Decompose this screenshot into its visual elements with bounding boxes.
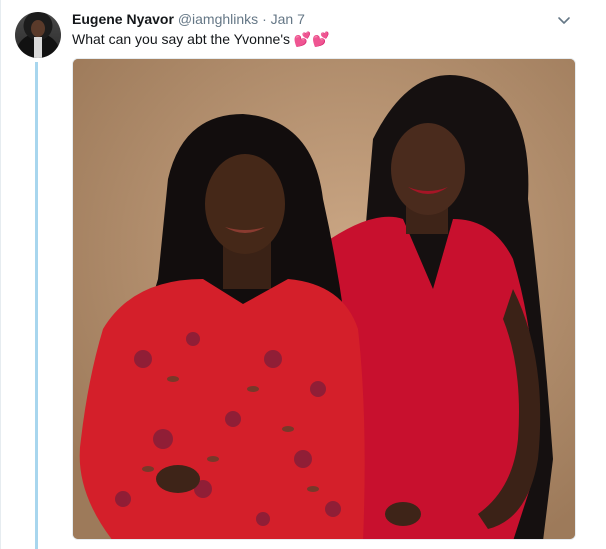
column-border [0, 0, 1, 549]
thread-line [35, 62, 38, 549]
separator-dot: · [262, 11, 267, 27]
author-name[interactable]: Eugene Nyavor [72, 11, 174, 27]
tweet-photo[interactable] [72, 58, 576, 540]
tweet-date[interactable]: Jan 7 [271, 11, 305, 27]
tweet-header: Eugene Nyavor @iamghlinks · Jan 7 [72, 10, 305, 28]
avatar[interactable] [15, 12, 61, 58]
two-hearts-emoji-icon: 💕💕 [293, 31, 331, 47]
avatar-shirt [34, 37, 42, 58]
avatar-face [31, 20, 45, 37]
author-handle[interactable]: @iamghlinks [178, 11, 258, 27]
photo-illustration [73, 59, 575, 539]
tweet-footer-cut [72, 541, 372, 549]
tweet-text: What can you say abt the Yvonne's 💕💕 [72, 29, 331, 49]
chevron-down-icon[interactable] [556, 12, 572, 28]
tweet-text-content: What can you say abt the Yvonne's [72, 31, 290, 47]
